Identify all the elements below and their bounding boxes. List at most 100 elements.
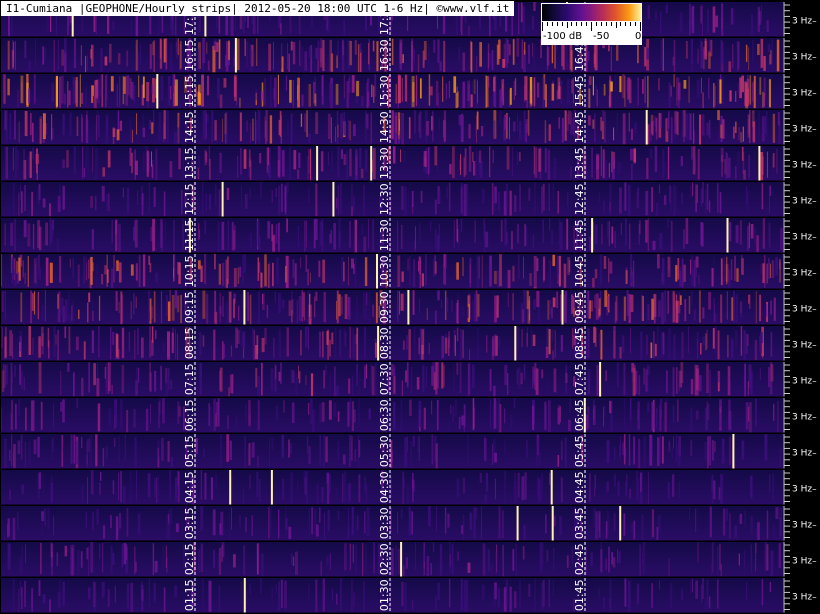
energy-streak — [618, 162, 621, 174]
energy-streak — [720, 474, 724, 504]
energy-streak — [32, 147, 34, 160]
energy-streak — [645, 190, 649, 216]
energy-streak — [720, 294, 723, 323]
energy-streak — [489, 369, 492, 392]
energy-streak — [173, 131, 177, 145]
energy-streak — [324, 513, 326, 540]
energy-streak — [617, 549, 619, 563]
energy-streak — [409, 256, 411, 286]
energy-streak — [563, 263, 567, 288]
energy-streak — [607, 296, 610, 311]
energy-streak — [75, 80, 78, 104]
energy-streak — [244, 38, 246, 57]
energy-streak — [99, 482, 101, 495]
energy-streak — [441, 335, 445, 359]
energy-streak — [318, 260, 321, 278]
energy-streak — [366, 363, 367, 379]
energy-streak — [19, 336, 22, 352]
energy-streak — [202, 578, 204, 611]
energy-streak — [108, 362, 111, 392]
energy-streak — [12, 147, 14, 171]
energy-streak — [169, 290, 171, 317]
time-label: 10:45 — [573, 255, 586, 287]
energy-streak — [460, 154, 461, 175]
energy-streak — [667, 256, 670, 271]
energy-streak — [126, 583, 130, 609]
energy-streak — [86, 547, 89, 560]
energy-streak — [149, 263, 152, 273]
energy-streak — [770, 331, 773, 357]
energy-streak — [717, 110, 720, 121]
energy-streak — [30, 113, 32, 136]
energy-streak — [484, 494, 487, 503]
energy-streak — [24, 272, 26, 285]
energy-streak — [439, 61, 442, 72]
energy-streak — [566, 555, 569, 568]
energy-streak — [735, 294, 738, 324]
energy-streak — [444, 254, 447, 269]
energy-streak — [325, 436, 328, 463]
energy-streak — [368, 408, 371, 420]
energy-streak — [73, 434, 76, 464]
energy-streak — [712, 6, 716, 33]
energy-streak — [60, 402, 63, 412]
energy-streak — [743, 330, 746, 360]
energy-streak — [23, 376, 25, 391]
energy-streak — [261, 362, 263, 396]
energy-streak — [740, 301, 743, 318]
energy-streak — [174, 585, 178, 598]
energy-streak — [337, 146, 340, 178]
energy-streak — [679, 266, 682, 288]
energy-streak — [526, 290, 529, 309]
energy-streak — [85, 147, 87, 177]
energy-streak — [56, 238, 60, 253]
energy-streak — [83, 168, 86, 178]
energy-streak — [727, 157, 731, 178]
energy-streak — [564, 110, 567, 141]
energy-streak — [750, 544, 752, 573]
energy-streak — [467, 80, 470, 101]
energy-streak — [717, 183, 719, 213]
energy-streak — [208, 146, 210, 167]
energy-streak — [660, 40, 663, 68]
energy-streak — [456, 362, 459, 375]
energy-streak — [460, 13, 461, 32]
energy-streak — [110, 515, 112, 529]
energy-streak — [219, 152, 222, 173]
energy-streak — [676, 367, 678, 394]
energy-streak — [278, 119, 281, 136]
energy-streak — [395, 545, 397, 577]
energy-streak — [275, 584, 277, 593]
freq-tick-label: 3 Hz– — [792, 268, 817, 278]
strip-hour-12: 12:15 12:30 12:45 3 Hz– — [1, 182, 817, 217]
impulse-spike — [726, 218, 729, 253]
energy-streak — [533, 146, 535, 175]
energy-streak — [7, 40, 10, 70]
energy-streak — [348, 507, 350, 541]
energy-streak — [647, 5, 650, 20]
energy-streak — [640, 331, 643, 360]
energy-streak — [415, 542, 416, 570]
energy-streak — [401, 186, 404, 210]
energy-streak — [249, 474, 251, 489]
energy-streak — [118, 262, 122, 283]
energy-streak — [31, 122, 34, 143]
energy-streak — [714, 85, 716, 106]
energy-streak — [110, 76, 114, 92]
energy-streak — [413, 259, 416, 287]
strip-background — [1, 578, 783, 613]
energy-streak — [434, 146, 438, 166]
energy-streak — [280, 183, 283, 213]
energy-streak — [406, 362, 409, 388]
energy-streak — [532, 234, 534, 249]
energy-streak — [448, 81, 450, 98]
energy-streak — [60, 371, 62, 396]
energy-streak — [420, 191, 423, 203]
color-scale-label-mid: -50 — [593, 31, 610, 42]
energy-streak — [122, 187, 125, 198]
energy-streak — [437, 290, 440, 301]
energy-streak — [673, 74, 675, 88]
energy-streak — [206, 75, 209, 96]
energy-streak — [513, 80, 516, 101]
energy-streak — [638, 438, 641, 469]
